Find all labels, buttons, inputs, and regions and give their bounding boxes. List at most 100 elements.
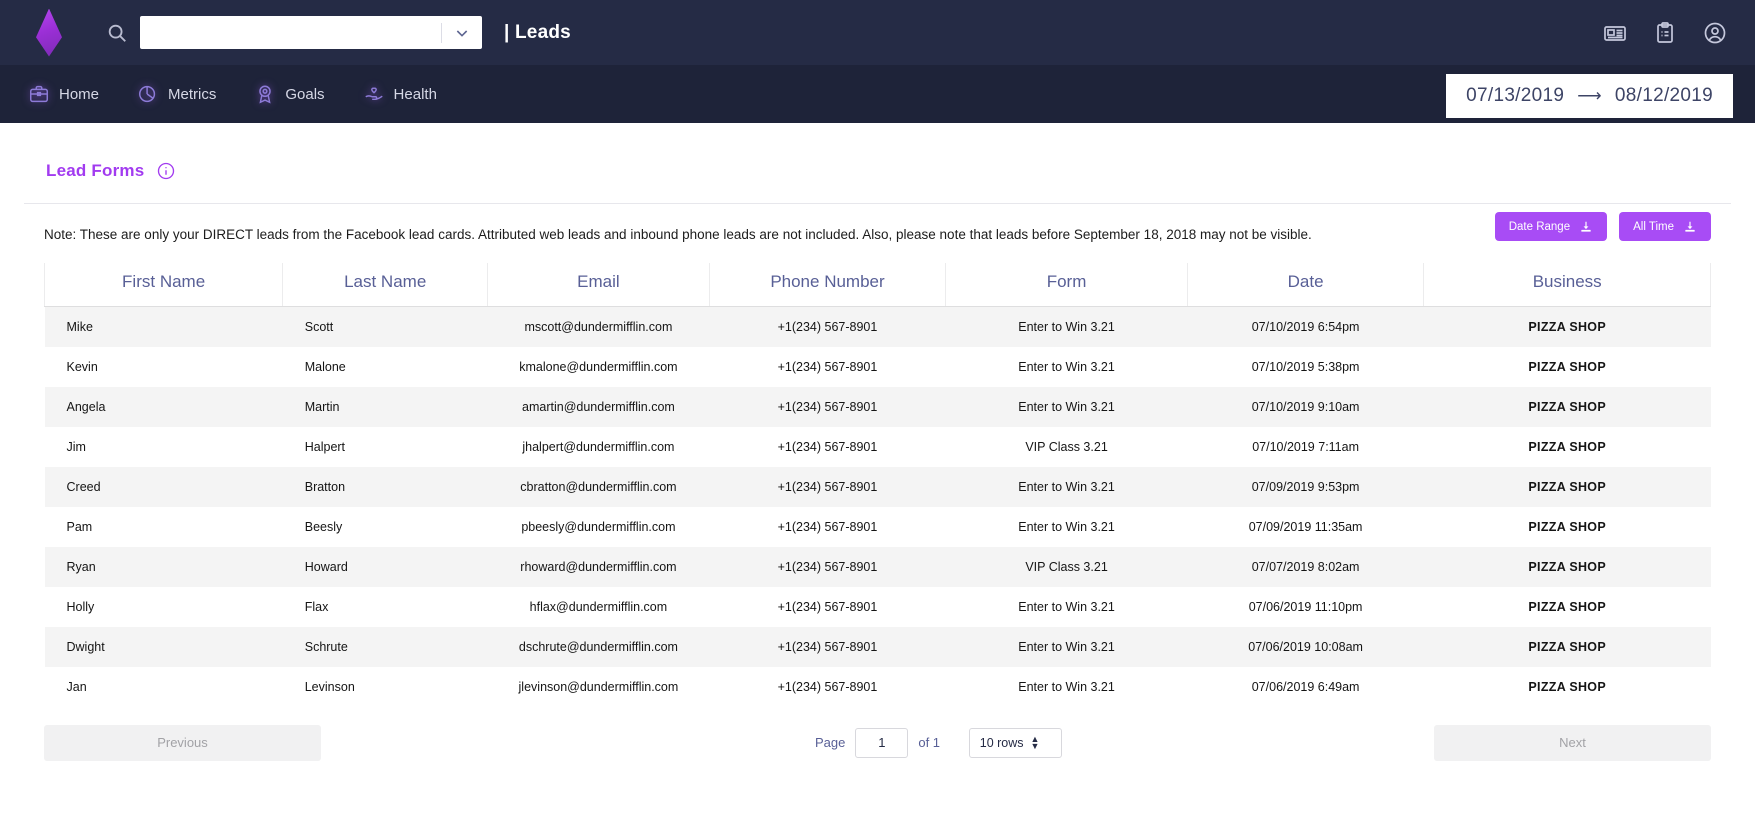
card-header: Lead Forms — [24, 123, 1731, 204]
download-icon — [1685, 221, 1695, 232]
column-header-business[interactable]: Business — [1423, 262, 1711, 307]
date-range-start: 07/13/2019 — [1466, 85, 1565, 106]
cell-form: Enter to Win 3.21 — [1018, 639, 1115, 654]
download-icon — [1581, 221, 1591, 232]
cell-date: 07/09/2019 11:35am — [1248, 519, 1363, 534]
cell-form: VIP Class 3.21 — [1025, 439, 1108, 454]
cell-business: PIZZA SHOP — [1528, 319, 1606, 334]
nav-item-health-label: Health — [393, 85, 437, 103]
previous-page-button[interactable]: Previous — [44, 724, 321, 761]
table-row[interactable]: Kevin Malone kmalone@dundermifflin.com +1(2… — [44, 346, 1711, 387]
date-range-end: 08/12/2019 — [1614, 85, 1713, 106]
note-row: Note: These are only your DIRECT leads f… — [22, 204, 1733, 245]
cell-email: amartin@dundermifflin.com — [522, 399, 675, 414]
date-range-selector[interactable]: 07/13/2019 ⟶ 08/12/2019 — [1446, 74, 1733, 118]
table-row[interactable]: Ryan Howard rhoward@dundermifflin.com +1(23… — [44, 546, 1711, 587]
cell-date: 07/09/2019 9:53pm — [1251, 479, 1360, 494]
nav-item-home-label: Home — [59, 85, 100, 103]
cell-business: PIZZA SHOP — [1528, 599, 1606, 614]
cell-first-name: Angela — [66, 399, 106, 414]
cell-business: PIZZA SHOP — [1528, 439, 1606, 454]
table-row[interactable]: Pam Beesly pbeesly@dundermifflin.com +1(234… — [44, 506, 1711, 547]
search-area — [106, 16, 482, 49]
page-total-label: of 1 — [918, 735, 941, 751]
cell-business: PIZZA SHOP — [1528, 399, 1606, 414]
cell-date: 07/06/2019 6:49am — [1251, 679, 1360, 694]
cell-phone-number: +1(234) 567-8901 — [777, 439, 878, 454]
nav-item-goals[interactable]: Goals — [254, 83, 325, 105]
topbar-icon-group — [1603, 21, 1727, 45]
cell-date: 07/10/2019 5:38pm — [1251, 359, 1360, 374]
page-content: Lead Forms Note: These are only your DIR… — [0, 123, 1755, 791]
export-button-group: Date Range All Time — [1494, 212, 1711, 241]
cell-date: 07/06/2019 11:10pm — [1248, 599, 1363, 614]
column-header-first-name[interactable]: First Name — [43, 262, 284, 307]
cell-business: PIZZA SHOP — [1528, 679, 1606, 694]
nav-item-health[interactable]: Health — [363, 83, 437, 105]
rows-per-page-select[interactable]: 10 rows ▲ ▼ — [968, 727, 1063, 758]
cell-first-name: Ryan — [66, 559, 96, 574]
nav-item-home[interactable]: Home — [28, 83, 99, 105]
account-icon[interactable] — [1703, 21, 1727, 45]
column-header-form[interactable]: Form — [945, 262, 1188, 307]
search-input[interactable] — [140, 16, 441, 49]
brand-logo[interactable] — [28, 7, 68, 59]
leads-table-wrap: First Name Last Name Email Phone Number Form… — [22, 245, 1733, 707]
table-row[interactable]: Mike Scott mscott@dundermifflin.com +1(234)… — [44, 306, 1711, 347]
column-header-date[interactable]: Date — [1187, 262, 1425, 307]
table-row[interactable]: Angela Martin amartin@dundermifflin.com +1(… — [44, 386, 1711, 427]
table-row[interactable]: Dwight Schrute dschrute@dundermifflin.com +… — [44, 626, 1711, 667]
column-header-phone-number[interactable]: Phone Number — [709, 262, 947, 307]
cell-last-name: Levinson — [304, 679, 355, 694]
cell-first-name: Creed — [66, 479, 101, 494]
cell-business: PIZZA SHOP — [1528, 559, 1606, 574]
export-date-range-label: Date Range — [1508, 220, 1571, 233]
nav-item-metrics[interactable]: Metrics — [137, 83, 216, 105]
cell-last-name: Scott — [304, 319, 334, 334]
search-box — [140, 16, 482, 49]
cell-first-name: Mike — [66, 319, 93, 334]
cell-phone-number: +1(234) 567-8901 — [777, 359, 878, 374]
info-icon[interactable] — [157, 162, 175, 180]
main-nav: Home Metrics Goals Health 07/13/2019 ⟶ 0… — [0, 65, 1755, 123]
nav-item-metrics-label: Metrics — [168, 85, 217, 103]
leads-table: First Name Last Name Email Phone Number Form… — [43, 262, 1711, 707]
news-icon[interactable] — [1603, 21, 1627, 45]
pagination-middle: Page of 1 10 rows ▲▼ — [321, 727, 1434, 758]
cell-email: rhoward@dundermifflin.com — [520, 559, 677, 574]
cell-first-name: Jan — [66, 679, 87, 694]
export-date-range-button[interactable]: Date Range — [1494, 212, 1608, 241]
cell-form: Enter to Win 3.21 — [1018, 399, 1115, 414]
cell-phone-number: +1(234) 567-8901 — [777, 559, 878, 574]
cell-last-name: Halpert — [304, 439, 346, 454]
table-row[interactable]: Holly Flax hflax@dundermifflin.com +1(234) … — [44, 586, 1711, 627]
cell-date: 07/06/2019 10:08am — [1248, 639, 1363, 654]
lead-forms-card: Lead Forms Note: These are only your DIR… — [22, 123, 1733, 791]
note-text: Note: These are only your DIRECT leads f… — [44, 227, 1312, 242]
heart-hand-icon — [364, 87, 383, 101]
table-row[interactable]: Creed Bratton cbratton@dundermifflin.com +1… — [44, 466, 1711, 507]
table-header-row: First Name Last Name Email Phone Number Form… — [43, 262, 1711, 307]
cell-business: PIZZA SHOP — [1528, 359, 1606, 374]
briefcase-icon — [30, 85, 48, 103]
top-bar: | Leads — [0, 0, 1755, 65]
column-header-last-name[interactable]: Last Name — [282, 262, 489, 307]
cell-email: mscott@dundermifflin.com — [524, 319, 673, 334]
clipboard-icon[interactable] — [1653, 21, 1677, 45]
column-header-email[interactable]: Email — [487, 262, 710, 307]
cell-first-name: Pam — [66, 519, 93, 534]
cell-email: jlevinson@dundermifflin.com — [518, 679, 679, 694]
table-row[interactable]: Jim Halpert jhalpert@dundermifflin.com +1(2… — [44, 426, 1711, 467]
cell-last-name: Flax — [304, 599, 329, 614]
cell-email: kmalone@dundermifflin.com — [519, 359, 678, 374]
table-row[interactable]: Jan Levinson jlevinson@dundermifflin.com +1… — [44, 666, 1711, 707]
page-number-input[interactable] — [855, 727, 909, 758]
next-page-button[interactable]: Next — [1434, 724, 1711, 761]
cell-email: jhalpert@dundermifflin.com — [522, 439, 675, 454]
cell-last-name: Bratton — [304, 479, 346, 494]
cell-first-name: Dwight — [66, 639, 105, 654]
rows-per-page-value: 10 rows — [979, 735, 1024, 750]
cell-phone-number: +1(234) 567-8901 — [777, 399, 878, 414]
search-dropdown-toggle[interactable] — [442, 16, 482, 49]
export-all-time-button[interactable]: All Time — [1619, 212, 1711, 241]
